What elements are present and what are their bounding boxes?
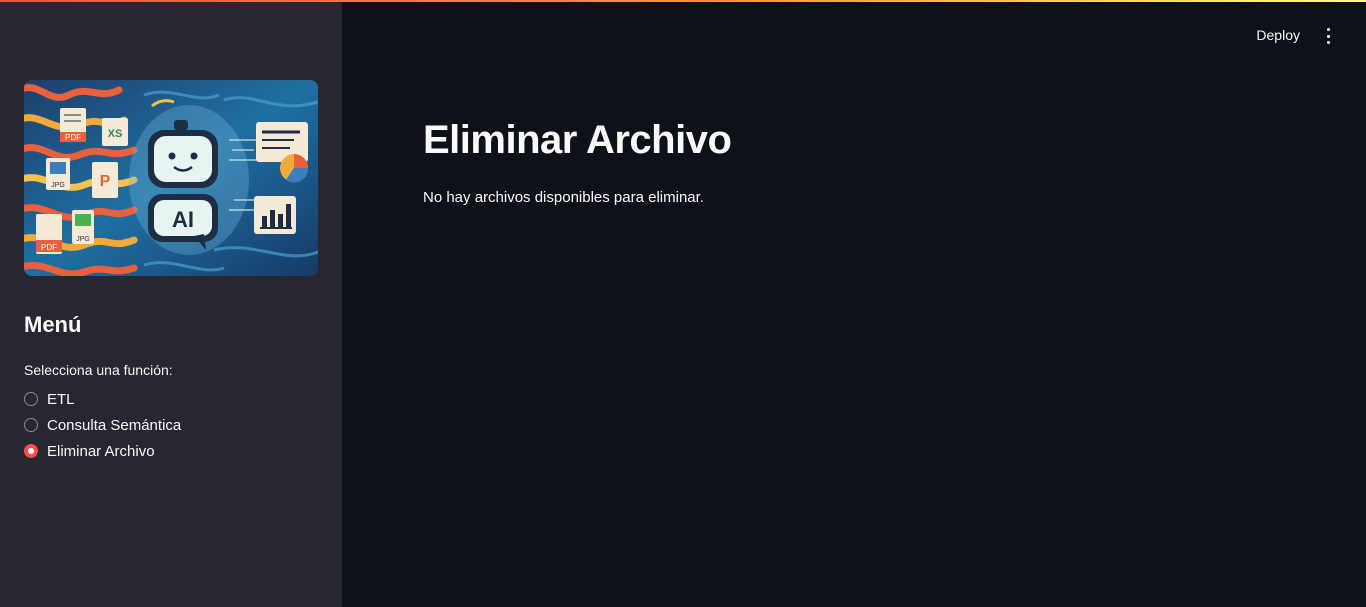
sidebar: PDF XS JPG P PDF JPG AI Menú Selecciona … (0, 0, 342, 607)
svg-text:P: P (100, 173, 111, 190)
radio-circle-icon[interactable] (24, 392, 38, 406)
radio-selected-icon[interactable] (24, 444, 38, 458)
radio-option-label: ETL (47, 390, 75, 408)
app-header: Deploy (342, 2, 1366, 60)
svg-text:AI: AI (172, 207, 194, 232)
radio-option-etl[interactable]: ETL (24, 386, 181, 412)
sidebar-title: Menú (24, 312, 82, 337)
radio-option-eliminar-archivo[interactable]: Eliminar Archivo (24, 438, 181, 464)
radio-option-label: Eliminar Archivo (47, 442, 155, 460)
radio-group-label: Selecciona una función: (24, 362, 173, 378)
svg-text:JPG: JPG (76, 236, 90, 243)
function-radio-group: ETL Consulta Semántica Eliminar Archivo (24, 386, 181, 464)
vertical-dots-icon[interactable] (1322, 28, 1334, 44)
radio-option-consulta-semantica[interactable]: Consulta Semántica (24, 412, 181, 438)
deploy-button[interactable]: Deploy (1256, 27, 1300, 43)
radio-circle-icon[interactable] (24, 418, 38, 432)
top-decoration-bar (0, 0, 1366, 2)
svg-text:PDF: PDF (65, 133, 81, 142)
svg-text:PDF: PDF (41, 243, 57, 252)
radio-option-label: Consulta Semántica (47, 416, 182, 434)
empty-state-message: No hay archivos disponibles para elimina… (423, 189, 704, 206)
page-title: Eliminar Archivo (423, 118, 732, 162)
svg-text:XS: XS (108, 128, 123, 140)
svg-text:JPG: JPG (51, 182, 65, 189)
sidebar-hero-image: PDF XS JPG P PDF JPG AI (24, 80, 318, 276)
